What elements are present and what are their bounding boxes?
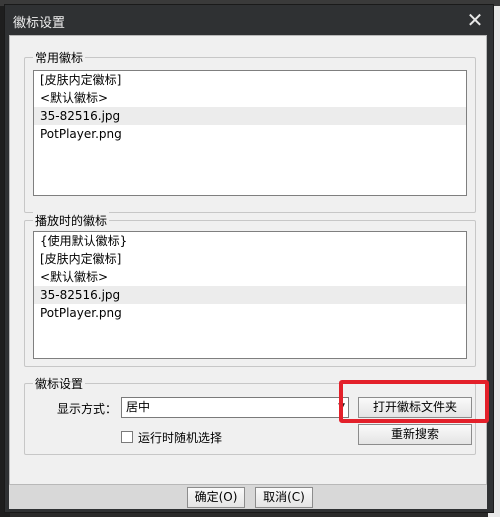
display-mode-value: 居中 [126,400,151,414]
dialog-body: 常用徽标 [皮肤内定徽标] <默认徽标> 35-82516.jpg PotPla… [9,35,489,485]
list-item[interactable]: <默认徽标> [34,268,466,286]
list-item[interactable]: 35-82516.jpg [34,107,466,125]
logo-settings-group-label: 徽标设置 [33,375,86,392]
play-logo-group: 播放时的徽标 {使用默认徽标} [皮肤内定徽标] <默认徽标> 35-82516… [24,212,476,367]
titlebar: 徽标设置 ✕ [5,5,493,35]
list-item[interactable]: PotPlayer.png [34,304,466,322]
ok-button[interactable]: 确定(O) [187,487,245,508]
list-item[interactable]: <默认徽标> [34,89,466,107]
window-title: 徽标设置 [13,16,66,31]
display-mode-label: 显示方式： [57,402,118,416]
research-button[interactable]: 重新搜索 [358,424,472,445]
red-highlight-box [339,380,489,423]
display-mode-select[interactable]: 居中 ▼ [121,397,349,418]
random-select-label: 运行时随机选择 [138,431,223,445]
play-logo-list[interactable]: {使用默认徽标} [皮肤内定徽标] <默认徽标> 35-82516.jpg Po… [33,231,467,359]
common-logo-list[interactable]: [皮肤内定徽标] <默认徽标> 35-82516.jpg PotPlayer.p… [33,70,467,196]
list-item[interactable]: PotPlayer.png [34,125,466,143]
list-item[interactable]: 35-82516.jpg [34,286,466,304]
dialog-footer: 确定(O) 取消(C) [9,485,487,509]
list-item[interactable]: [皮肤内定徽标] [34,71,466,89]
cancel-button[interactable]: 取消(C) [255,487,313,508]
list-item[interactable]: {使用默认徽标} [34,232,466,250]
play-logo-group-label: 播放时的徽标 [33,212,110,229]
common-logo-group: 常用徽标 [皮肤内定徽标] <默认徽标> 35-82516.jpg PotPla… [24,49,476,213]
common-logo-group-label: 常用徽标 [33,49,86,66]
random-select-checkbox[interactable] [121,431,133,443]
logo-settings-dialog: 徽标设置 ✕ 常用徽标 [皮肤内定徽标] <默认徽标> 35-82516.jpg… [4,4,494,513]
list-item[interactable]: [皮肤内定徽标] [34,250,466,268]
close-icon[interactable]: ✕ [463,8,487,32]
